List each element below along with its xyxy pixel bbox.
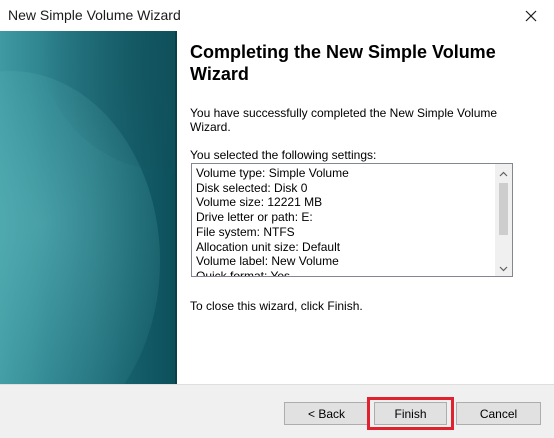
setting-line: Drive letter or path: E: xyxy=(196,210,313,225)
intro-text: You have successfully completed the New … xyxy=(190,106,498,134)
cancel-button[interactable]: Cancel xyxy=(456,402,541,425)
title-bar: New Simple Volume Wizard xyxy=(0,0,554,31)
wizard-banner-image xyxy=(0,31,177,384)
setting-line: Volume size: 12221 MB xyxy=(196,195,323,210)
finish-button[interactable]: Finish xyxy=(374,402,447,425)
chevron-down-icon xyxy=(499,259,508,277)
button-bar: < Back Finish Cancel xyxy=(0,384,554,438)
setting-line: File system: NTFS xyxy=(196,224,295,239)
close-icon xyxy=(525,10,537,22)
close-button[interactable] xyxy=(508,0,554,31)
vertical-scrollbar[interactable] xyxy=(495,164,512,276)
wizard-content: Completing the New Simple Volume Wizard … xyxy=(177,31,554,384)
page-title: Completing the New Simple Volume Wizard xyxy=(190,42,496,84)
setting-line: Quick format: Yes xyxy=(196,268,291,277)
setting-line: Volume type: Simple Volume xyxy=(196,166,349,180)
scrollbar-thumb[interactable] xyxy=(499,183,508,235)
settings-label: You selected the following settings: xyxy=(190,148,377,162)
setting-line: Allocation unit size: Default xyxy=(196,239,341,254)
scroll-down-button[interactable] xyxy=(495,259,512,276)
close-instruction: To close this wizard, click Finish. xyxy=(190,299,363,313)
setting-line: Disk selected: Disk 0 xyxy=(196,180,308,195)
setting-line: Volume label: New Volume xyxy=(196,254,339,269)
back-button[interactable]: < Back xyxy=(284,402,369,425)
chevron-up-icon xyxy=(499,164,508,182)
window-title: New Simple Volume Wizard xyxy=(8,7,181,23)
scroll-up-button[interactable] xyxy=(495,164,512,181)
settings-list[interactable]: Volume type: Simple Volume Disk selected… xyxy=(191,163,513,277)
